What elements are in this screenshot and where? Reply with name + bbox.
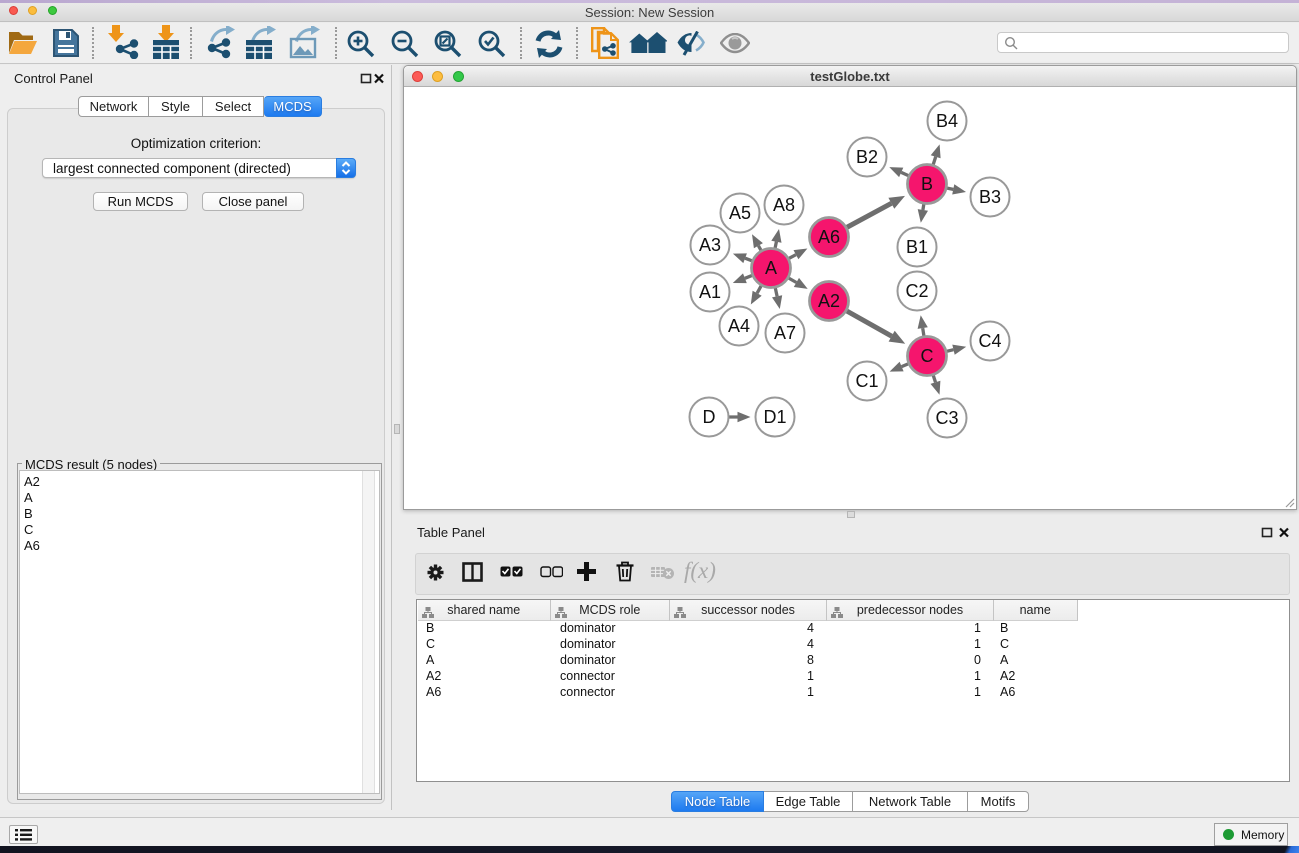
svg-text:C: C [921, 346, 934, 366]
svg-text:C1: C1 [855, 371, 878, 391]
svg-text:B: B [921, 174, 933, 194]
svg-text:A: A [765, 258, 777, 278]
svg-text:A3: A3 [699, 235, 721, 255]
svg-text:D: D [703, 407, 716, 427]
svg-text:B3: B3 [979, 187, 1001, 207]
svg-text:B4: B4 [936, 111, 958, 131]
svg-text:C2: C2 [905, 281, 928, 301]
svg-text:A1: A1 [699, 282, 721, 302]
svg-text:D1: D1 [763, 407, 786, 427]
svg-text:C3: C3 [935, 408, 958, 428]
svg-text:A5: A5 [729, 203, 751, 223]
svg-text:A4: A4 [728, 316, 750, 336]
svg-text:C4: C4 [978, 331, 1001, 351]
svg-text:A2: A2 [818, 291, 840, 311]
svg-text:B2: B2 [856, 147, 878, 167]
svg-text:A6: A6 [818, 227, 840, 247]
svg-text:A8: A8 [773, 195, 795, 215]
svg-text:B1: B1 [906, 237, 928, 257]
svg-text:A7: A7 [774, 323, 796, 343]
